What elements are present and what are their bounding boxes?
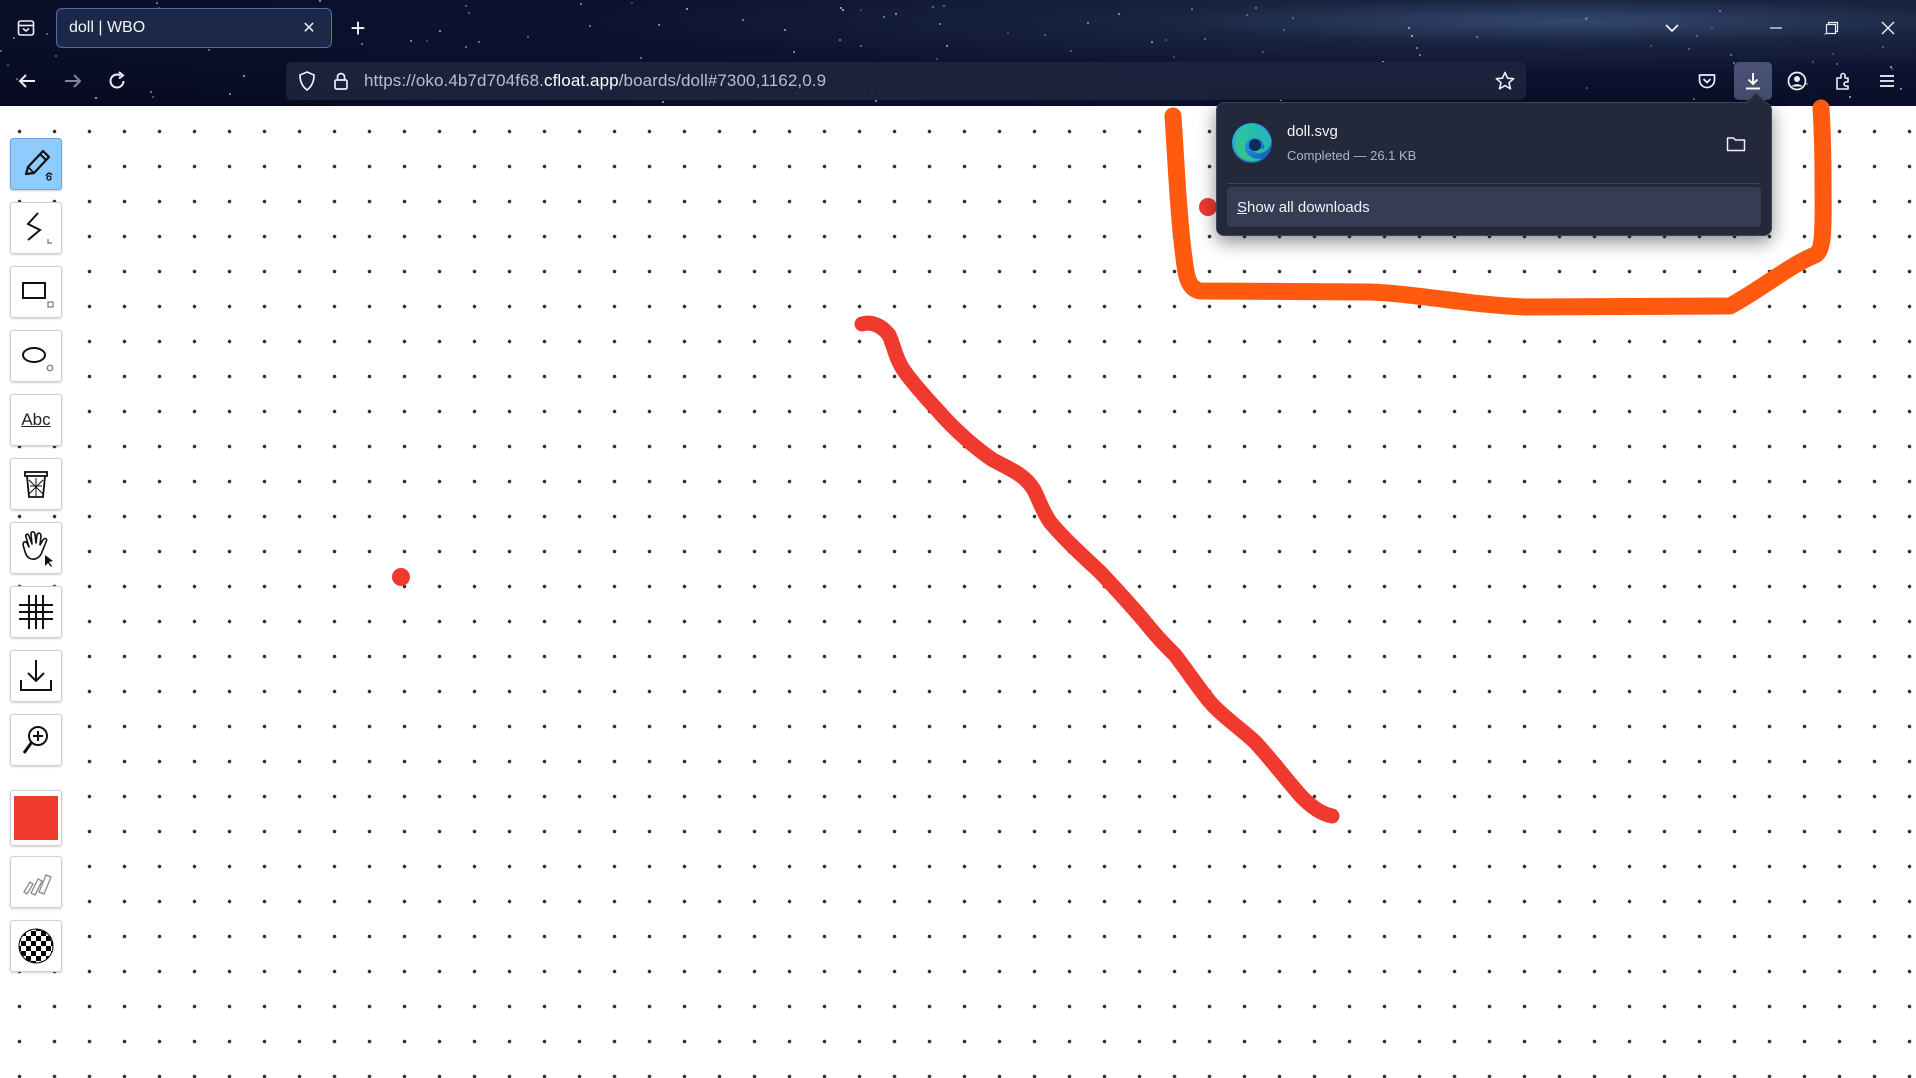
reload-button[interactable]: [98, 62, 136, 100]
download-icon: [20, 660, 52, 691]
star: [55, 55, 57, 57]
back-icon: [18, 74, 35, 88]
minimize-button[interactable]: [1758, 10, 1794, 46]
reload-icon: [109, 71, 125, 89]
url-domain: cfloat.app: [544, 71, 619, 90]
color-swatch: [14, 796, 58, 840]
window-close-button[interactable]: [1870, 10, 1906, 46]
tool-size[interactable]: [10, 856, 62, 908]
downloads-panel: doll.svg Completed — 26.1 KB Show all do…: [1216, 92, 1772, 236]
forward-icon: [65, 74, 82, 88]
tool-pencil[interactable]: [10, 138, 62, 190]
zoom-icon: [22, 726, 48, 754]
account-icon: [1787, 71, 1807, 91]
download-file-name: doll.svg: [1287, 123, 1338, 140]
text-icon: Abc: [21, 410, 51, 429]
tool-color[interactable]: [10, 790, 62, 846]
tab-active[interactable]: doll | WBO ✕: [56, 8, 332, 48]
download-item[interactable]: doll.svg Completed — 26.1 KB: [1227, 113, 1761, 173]
tracking-protection-button[interactable]: [288, 62, 326, 100]
edge-file-icon: [1232, 123, 1272, 163]
tab-overview-icon: [17, 20, 35, 36]
tracking-shield-icon: [299, 71, 315, 92]
tool-ellipse[interactable]: [10, 330, 62, 382]
downloads-icon: [1746, 73, 1760, 90]
url-prefix: https://oko.4b7d704f68.: [364, 71, 544, 90]
download-status: Completed — 26.1 KB: [1287, 148, 1417, 163]
url-path: /boards/doll#7300,1162,0.9: [618, 71, 827, 90]
forward-button[interactable]: [54, 62, 92, 100]
pocket-icon: [1698, 74, 1716, 89]
show-all-downloads-rest: how all downloads: [1247, 198, 1370, 216]
tool-hand[interactable]: [10, 522, 62, 574]
hand-icon: [22, 530, 53, 567]
tool-zoom[interactable]: [10, 714, 62, 766]
pencil-icon: [24, 149, 53, 181]
star: [1419, 54, 1421, 56]
tab-list-button[interactable]: [1654, 10, 1690, 46]
extensions-button[interactable]: [1824, 62, 1862, 100]
show-in-folder-button[interactable]: [1723, 131, 1749, 157]
tool-grid[interactable]: [10, 586, 62, 638]
back-button[interactable]: [8, 62, 46, 100]
restore-button[interactable]: [1814, 10, 1850, 46]
tool-text[interactable]: Abc: [10, 394, 62, 446]
account-button[interactable]: [1778, 62, 1816, 100]
rectangle-icon: [22, 282, 54, 308]
tab-overview-button[interactable]: [8, 10, 44, 46]
address-bar[interactable]: https://oko.4b7d704f68.cfloat.app/boards…: [286, 62, 1526, 100]
tool-rectangle[interactable]: [10, 266, 62, 318]
folder-icon: [1726, 137, 1746, 152]
access-key: S: [1237, 198, 1248, 216]
bookmark-button[interactable]: [1486, 62, 1524, 100]
panel-separator: [1227, 183, 1761, 184]
tool-opacity[interactable]: [10, 920, 62, 972]
menu-icon: [1880, 75, 1894, 87]
bookmark-star-icon: [1495, 71, 1515, 90]
pencils-icon: [23, 874, 52, 896]
app-menu-button[interactable]: [1868, 62, 1906, 100]
show-all-downloads-button[interactable]: Show all downloads: [1227, 187, 1761, 227]
tab-close-icon[interactable]: ✕: [299, 18, 319, 38]
ellipse-icon: [22, 347, 54, 372]
chevron-down-icon: [1665, 24, 1679, 33]
lock-icon: [334, 72, 348, 90]
grid-icon: [19, 595, 53, 629]
tool-download[interactable]: [10, 650, 62, 702]
site-info-button[interactable]: [322, 62, 360, 100]
extensions-icon: [1836, 72, 1849, 90]
navigation-bar: https://oko.4b7d704f68.cfloat.app/boards…: [0, 58, 1916, 104]
new-tab-button[interactable]: +: [342, 12, 374, 44]
tool-eraser[interactable]: [10, 458, 62, 510]
restore-icon: [1825, 21, 1839, 35]
star: [1730, 54, 1732, 56]
line-icon: [26, 212, 52, 244]
tool-line[interactable]: [10, 202, 62, 254]
tab-title: doll | WBO: [69, 19, 146, 36]
tab-bar: doll | WBO ✕ +: [0, 0, 1916, 54]
whiteboard-canvas[interactable]: [0, 106, 1916, 1078]
checkerboard-icon: [18, 928, 54, 964]
show-all-downloads-label: Show all downloads: [1237, 199, 1370, 216]
minimize-icon: [1770, 27, 1782, 29]
url-text: https://oko.4b7d704f68.cfloat.app/boards…: [364, 71, 826, 91]
window-close-icon: [1881, 21, 1895, 35]
download-texts: doll.svg Completed — 26.1 KB: [1287, 123, 1416, 163]
pocket-button[interactable]: [1688, 62, 1726, 100]
trash-icon: [24, 471, 48, 498]
browser-chrome: doll | WBO ✕ + https://oko.4b7d704f68.cf…: [0, 0, 1916, 106]
